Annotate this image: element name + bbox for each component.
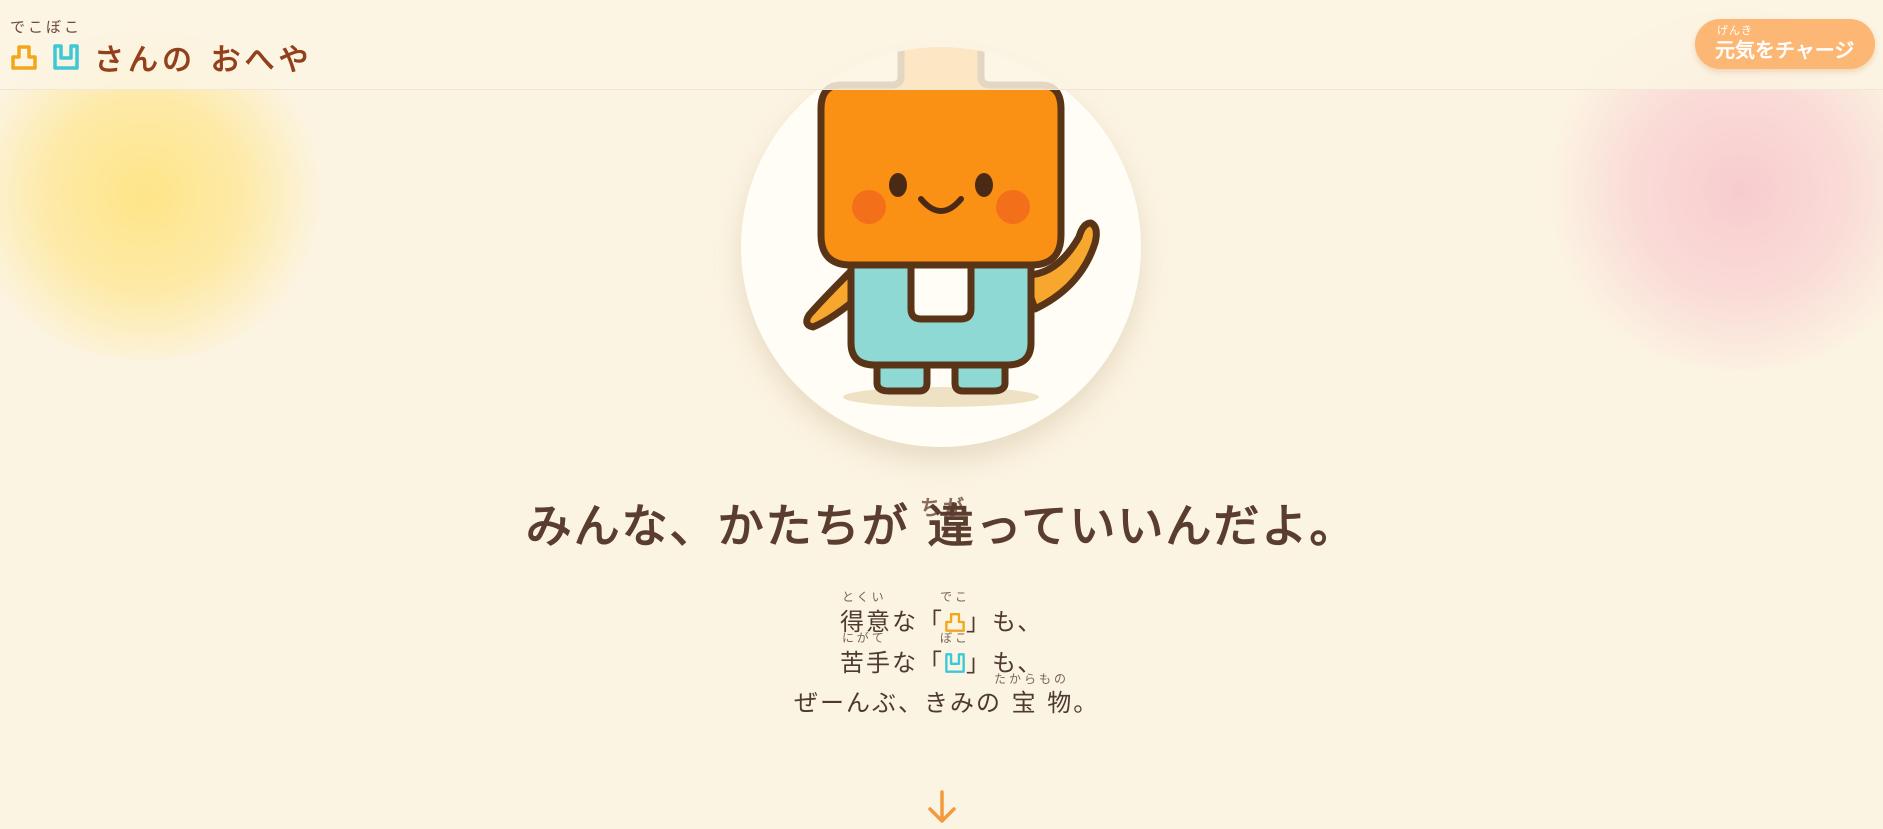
ruby-nigate: にがて xyxy=(842,631,887,645)
charge-button-label: 元気をチャージ xyxy=(1715,38,1855,62)
ruby-deko: でこ xyxy=(940,590,971,604)
logo-ruby: でこぼこ xyxy=(10,18,83,36)
boko-icon xyxy=(945,653,965,673)
line-2-text-before: 苦手な「 xyxy=(840,649,944,677)
deko-icon xyxy=(11,45,37,70)
message-line-3: たからもの ぜーんぶ、きみの 宝 物。 xyxy=(794,672,1100,718)
line-3-text: ぜーんぶ、きみの 宝 物。 xyxy=(794,689,1100,717)
line-1-text-after: 」も、 xyxy=(966,608,1044,636)
ruby-boko: ぼこ xyxy=(940,631,971,645)
charge-energy-button[interactable]: げんき 元気をチャージ xyxy=(1695,19,1875,69)
logo-title: さんの おへや xyxy=(94,43,313,78)
arrow-down-icon[interactable] xyxy=(925,788,959,826)
boko-icon xyxy=(53,44,79,70)
site-header: でこぼこ さんの おへや げんき 元気をチャージ xyxy=(0,0,1883,90)
ruby-takaramono: たからもの xyxy=(994,672,1070,686)
mascot-illustration xyxy=(741,47,1141,447)
hero-headline: みんな、かたちが 違っていいんだよ。 xyxy=(525,499,1358,553)
ruby-tokui: とくい xyxy=(842,590,887,604)
